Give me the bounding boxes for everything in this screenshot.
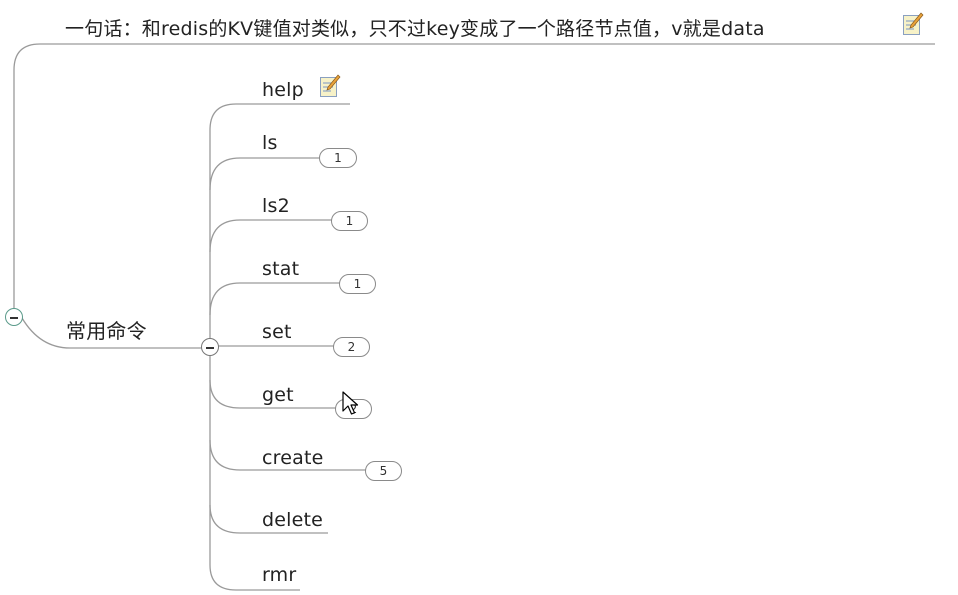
children-spine-line bbox=[209, 103, 350, 348]
root-collapse-button[interactable] bbox=[5, 308, 23, 326]
topic-rmr-label: rmr bbox=[262, 564, 297, 586]
topic-set[interactable]: set bbox=[262, 321, 292, 343]
summary-topic[interactable]: 一句话：和redis的KV键值对类似，只不过key变成了一个路径节点值，v就是d… bbox=[65, 18, 765, 40]
summary-text: 一句话：和redis的KV键值对类似，只不过key变成了一个路径节点值，v就是d… bbox=[65, 18, 765, 40]
connector-ls-line bbox=[209, 157, 320, 191]
ls-child-count-badge[interactable]: 1 bbox=[319, 148, 357, 168]
topic-set-label: set bbox=[262, 321, 292, 343]
topic-stat[interactable]: stat bbox=[262, 258, 299, 280]
connector-ls2-line bbox=[209, 219, 332, 253]
topic-help-label: help bbox=[262, 79, 304, 101]
topic-stat-label: stat bbox=[262, 258, 300, 280]
set-child-count-badge[interactable]: 2 bbox=[333, 337, 370, 357]
stat-child-count-badge[interactable]: 1 bbox=[339, 274, 376, 294]
topic-get-label: get bbox=[262, 384, 294, 406]
children-collapse-button[interactable] bbox=[201, 338, 219, 356]
topic-ls2[interactable]: ls2 bbox=[262, 195, 290, 217]
topic-ls-label: ls bbox=[262, 132, 278, 154]
connector-stat-line bbox=[209, 282, 340, 316]
topic-ls[interactable]: ls bbox=[262, 132, 278, 154]
trunk-line bbox=[13, 43, 935, 308]
topic-delete[interactable]: delete bbox=[262, 509, 323, 531]
create-child-count-badge[interactable]: 5 bbox=[365, 461, 402, 481]
mind-map-canvas: 一句话：和redis的KV键值对类似，只不过key变成了一个路径节点值，v就是d… bbox=[0, 0, 958, 595]
root-topic-label: 常用命令 bbox=[66, 319, 147, 343]
topic-rmr[interactable]: rmr bbox=[262, 564, 296, 586]
topic-ls2-label: ls2 bbox=[262, 195, 290, 217]
branch-lines bbox=[13, 43, 935, 591]
topic-create[interactable]: create bbox=[262, 447, 324, 469]
root-topic[interactable]: 常用命令 bbox=[66, 320, 147, 342]
mouse-pointer-icon bbox=[342, 391, 359, 415]
topic-help[interactable]: help bbox=[262, 79, 304, 101]
topic-delete-label: delete bbox=[262, 509, 324, 531]
note-pencil-icon[interactable] bbox=[902, 12, 924, 36]
note-pencil-icon[interactable] bbox=[319, 74, 341, 98]
ls2-child-count-badge[interactable]: 1 bbox=[331, 211, 368, 231]
topic-create-label: create bbox=[262, 447, 324, 469]
topic-get[interactable]: get bbox=[262, 384, 294, 406]
